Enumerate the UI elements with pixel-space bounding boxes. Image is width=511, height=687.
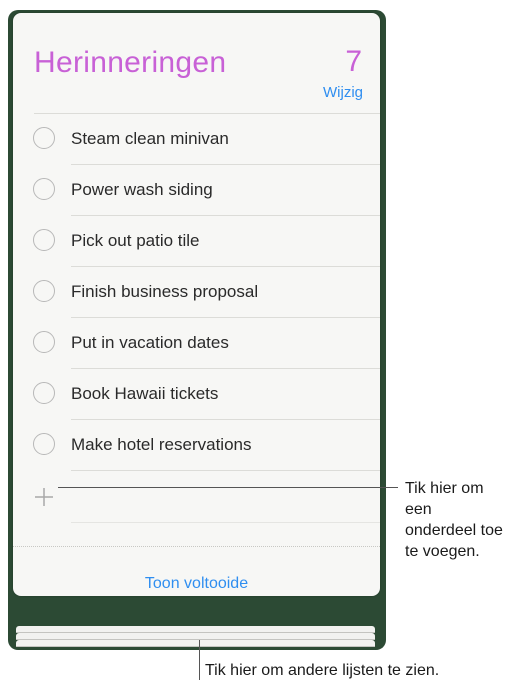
reminder-label: Pick out patio tile [71, 231, 200, 250]
circle-checkbox-icon[interactable] [33, 331, 55, 353]
reminder-item[interactable]: Put in vacation dates [13, 318, 380, 369]
row-divider [71, 470, 380, 471]
show-completed-button[interactable]: Toon voltooide [13, 575, 380, 593]
circle-checkbox-icon[interactable] [33, 382, 55, 404]
reminder-item[interactable]: Make hotel reservations [13, 420, 380, 471]
reminder-item[interactable]: Pick out patio tile [13, 216, 380, 267]
callout-line-add [58, 487, 398, 488]
add-reminder-row[interactable] [13, 472, 380, 523]
list-title: Herinneringen [34, 46, 227, 79]
list-sheet [16, 640, 375, 647]
list-sheet [16, 633, 375, 640]
footer-divider [13, 546, 380, 547]
circle-checkbox-icon[interactable] [33, 127, 55, 149]
reminder-item[interactable]: Finish business proposal [13, 267, 380, 318]
other-lists-stack[interactable] [16, 624, 375, 650]
callout-other-lists: Tik hier om andere lijsten te zien. [205, 662, 440, 679]
reminder-label: Book Hawaii tickets [71, 384, 219, 403]
reminder-label: Put in vacation dates [71, 333, 229, 352]
reminder-label: Finish business proposal [71, 282, 259, 301]
list-sheet [16, 626, 375, 633]
reminder-list: Steam clean minivan Power wash siding Pi… [13, 114, 380, 471]
circle-checkbox-icon[interactable] [33, 433, 55, 455]
reminder-label: Make hotel reservations [71, 435, 252, 454]
circle-checkbox-icon[interactable] [33, 229, 55, 251]
edit-button[interactable]: Wijzig [323, 84, 363, 101]
reminder-count: 7 [345, 45, 362, 78]
circle-checkbox-icon[interactable] [33, 280, 55, 302]
row-divider [71, 522, 380, 523]
callout-line-lists [199, 640, 200, 680]
reminder-item[interactable]: Book Hawaii tickets [13, 369, 380, 420]
reminder-label: Steam clean minivan [71, 129, 229, 148]
reminder-item[interactable]: Power wash siding [13, 165, 380, 216]
reminder-label: Power wash siding [71, 180, 213, 199]
plus-icon[interactable] [33, 486, 55, 508]
circle-checkbox-icon[interactable] [33, 178, 55, 200]
reminder-item[interactable]: Steam clean minivan [13, 114, 380, 165]
reminders-list-card: Herinneringen 7 Wijzig Steam clean miniv… [13, 13, 380, 596]
callout-add-item: Tik hier om een onderdeel toe te voegen. [405, 480, 503, 560]
